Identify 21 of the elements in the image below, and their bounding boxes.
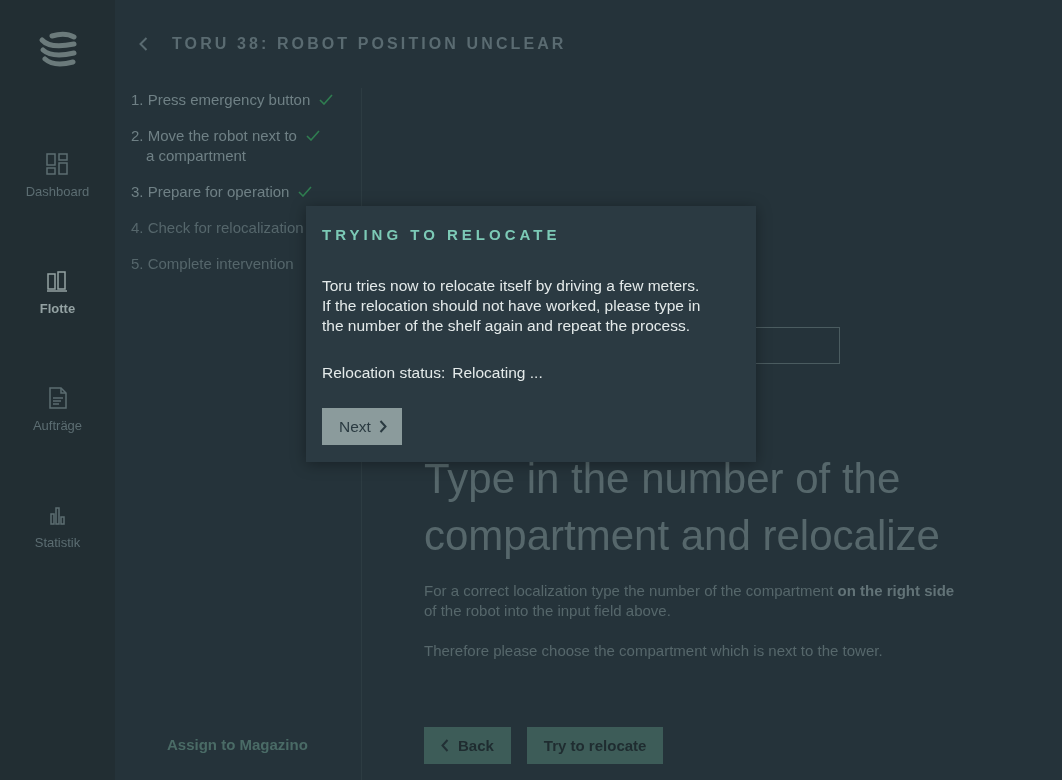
page-title: TORU 38: ROBOT POSITION UNCLEAR — [172, 35, 567, 53]
status-label: Relocation status: — [322, 363, 446, 383]
chevron-right-icon — [378, 420, 387, 433]
step-label: 2. Move the robot next to a compartment — [131, 126, 297, 166]
chevron-left-icon — [441, 739, 449, 752]
assign-link[interactable]: Assign to Magazino — [167, 735, 308, 755]
grid-icon — [46, 153, 69, 175]
status-value: Relocating ... — [452, 363, 543, 383]
dialog-title: TRYING TO RELOCATE — [322, 226, 561, 244]
nav-item[interactable]: Aufträge — [32, 387, 83, 434]
logo-icon — [37, 31, 78, 69]
columns-icon — [46, 270, 69, 292]
step-label: 1. Press emergency button — [131, 90, 311, 110]
nav-item[interactable]: Flotte — [39, 270, 76, 317]
nav-item[interactable]: Dashboard — [25, 153, 90, 200]
dialog-text: Toru tries now to relocate itself by driving a few meters. If the relocation should not have worked, please type in the number of the shelf again and repeat the process. — [322, 276, 702, 336]
next-button[interactable]: Next — [322, 408, 402, 445]
nav-item[interactable]: Statistik — [34, 504, 81, 551]
document-icon — [46, 387, 69, 409]
chevron-left-icon[interactable] — [139, 37, 148, 51]
step-label: 3. Prepare for operation — [131, 182, 290, 202]
